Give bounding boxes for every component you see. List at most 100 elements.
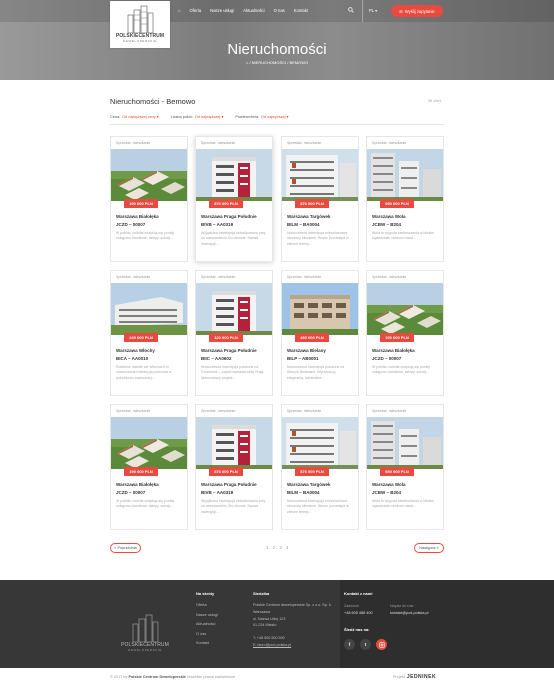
property-location[interactable]: Warszawa Praga Południe <box>201 482 257 487</box>
property-code: JCBW – B204 <box>372 490 402 495</box>
property-location[interactable]: Warszawa Wola <box>372 482 406 487</box>
office-heading: Siedziba <box>253 591 270 596</box>
footer-link-uslugi[interactable]: Nasze usługi <box>196 611 218 621</box>
contact-heading: Kontakt z nami <box>344 591 373 596</box>
property-code: BICA – AA0010 <box>116 356 149 361</box>
breadcrumb: ⌂ / NIERUCHOMOŚCI / BEMOWO <box>0 60 554 65</box>
property-card[interactable]: Sprzedaż, mieszkanie 876 000 PLN Warszawa … <box>195 136 273 262</box>
property-card[interactable]: Sprzedaż, mieszkanie 876 000 PLN Warszawa … <box>195 404 273 530</box>
filter-value: Od najwyższej <box>261 115 286 119</box>
breadcrumb-path[interactable]: / NIERUCHOMOŚCI / BEMOWO <box>249 60 308 65</box>
price-badge: 650 000 PLN <box>380 467 414 476</box>
search-icon[interactable] <box>348 7 354 13</box>
nav-item-kontakt[interactable]: Kontakt <box>294 8 308 13</box>
property-photo[interactable] <box>282 149 358 201</box>
property-location[interactable]: Warszawa Praga Południe <box>201 214 257 219</box>
property-photo[interactable] <box>196 417 272 469</box>
property-card[interactable]: Sprzedaż, mieszkanie 876 000 PLN Warszawa … <box>281 136 359 262</box>
property-location[interactable]: Warszawa Praga Południe <box>201 348 257 353</box>
instagram-icon[interactable] <box>376 639 387 650</box>
property-card[interactable]: Sprzedaż, mieszkanie 120 000 PLN Warszawa … <box>195 270 273 396</box>
nav-item-aktualnosci[interactable]: Aktualności <box>243 8 264 13</box>
property-category: Sprzedaż, mieszkanie <box>287 409 322 413</box>
filter-rooms[interactable]: Liczba pokoi: Od największej ▾ <box>171 114 224 119</box>
language-selector[interactable]: PL ▾ <box>369 8 377 13</box>
results-count: 36 ofert <box>428 99 441 103</box>
property-card[interactable]: Sprzedaż, mieszkanie 650 000 PLN Warszawa … <box>366 136 444 262</box>
property-location[interactable]: Warszawa Bielany <box>287 348 326 353</box>
property-card[interactable]: Sprzedaż, mieszkanie 450 000 PLN Warszawa … <box>281 270 359 396</box>
home-icon[interactable]: ⌂ <box>246 60 248 65</box>
property-card[interactable]: Sprzedaż, mieszkanie 876 000 PLN Warszawa … <box>281 404 359 530</box>
copyright-prefix: © 2017 by <box>110 675 128 679</box>
office-email[interactable]: E: biuro@pcd-polska.pl <box>253 642 335 649</box>
property-description: W pobliżu osiedla znajdują się punkty us… <box>372 365 431 375</box>
property-category: Sprzedaż, mieszkanie <box>287 275 322 279</box>
property-card[interactable]: Sprzedaż, mieszkanie 190 000 PLN Warszawa … <box>110 404 188 530</box>
filter-value: Od największej <box>194 115 221 119</box>
send-inquiry-button[interactable]: ✉ Wyślij zapytanie <box>391 5 443 17</box>
footer-logo[interactable]: POLSKIECENTRUM DEWELOPERSKIE <box>115 597 175 652</box>
property-photo[interactable] <box>367 417 443 469</box>
property-photo[interactable] <box>367 149 443 201</box>
footer-link-oferta[interactable]: Oferta <box>196 601 218 611</box>
property-photo[interactable] <box>196 283 272 335</box>
property-location[interactable]: Warszawa Wola <box>372 214 406 219</box>
property-photo[interactable] <box>196 149 272 201</box>
nav-item-oferta[interactable]: Oferta <box>190 8 202 13</box>
property-photo[interactable] <box>111 417 187 469</box>
price-badge: 650 000 PLN <box>380 199 414 208</box>
footer-link-o-nas[interactable]: O nas <box>196 630 218 640</box>
send-inquiry-label: Wyślij zapytanie <box>404 8 435 14</box>
property-photo[interactable] <box>111 149 187 201</box>
nav-item-o-nas[interactable]: O nas <box>274 8 285 13</box>
copyright-suffix: Wszelkie prawa zastrzeżone <box>187 675 236 679</box>
property-card[interactable]: Sprzedaż, mieszkanie 190 000 PLN Warszawa … <box>366 270 444 396</box>
chevron-down-icon: ▾ <box>156 115 159 119</box>
property-card[interactable]: Sprzedaż, mieszkanie 650 000 PLN Warszawa … <box>366 404 444 530</box>
designer-credit[interactable]: Projekt JEDNINEK <box>393 674 436 680</box>
property-location[interactable]: Warszawa Białołęka <box>372 348 415 353</box>
mail-value[interactable]: kontakt@pcd-polska.pl <box>390 611 428 615</box>
filter-price[interactable]: Cena: Od najwyższej ceny ▾ <box>110 114 159 119</box>
chevron-down-icon: ▾ <box>375 8 378 13</box>
social-heading: Śledź nas na: <box>344 627 370 632</box>
language-label: PL <box>369 8 374 13</box>
property-photo[interactable] <box>367 283 443 335</box>
property-photo[interactable] <box>111 283 187 335</box>
property-location[interactable]: Warszawa Białołęka <box>116 214 159 219</box>
footer-link-aktualnosci[interactable]: Aktualności <box>196 620 218 630</box>
property-location[interactable]: Warszawa Białołęka <box>116 482 159 487</box>
twitter-icon[interactable]: t <box>360 639 371 650</box>
office-address: Polskie Centrum deweloperskie Sp. z o.o.… <box>253 602 335 649</box>
footer-link-kontakt[interactable]: Kontakt <box>196 639 218 649</box>
property-description: W pobliżu osiedla znajdują się punkty us… <box>116 231 175 241</box>
property-photo[interactable] <box>282 417 358 469</box>
office-phone[interactable]: T: +48 500 500 500 <box>253 635 335 642</box>
property-category: Sprzedaż, mieszkanie <box>116 275 151 279</box>
property-location[interactable]: Warszawa Targówek <box>287 482 331 487</box>
property-location[interactable]: Warszawa Włochy <box>116 348 155 353</box>
price-badge: 190 000 PLN <box>380 333 414 342</box>
property-category: Sprzedaż, mieszkanie <box>201 141 236 145</box>
filter-area[interactable]: Powierzchnia: Od najwyższej ▾ <box>235 114 288 119</box>
next-page-button[interactable]: Następna » <box>414 543 444 553</box>
facebook-icon[interactable]: f <box>344 639 355 650</box>
home-icon[interactable]: ⌂ <box>178 8 181 13</box>
property-category: Sprzedaż, mieszkanie <box>372 409 407 413</box>
property-category: Sprzedaż, mieszkanie <box>372 275 407 279</box>
property-location[interactable]: Warszawa Targówek <box>287 214 331 219</box>
price-badge: 876 000 PLN <box>295 199 329 208</box>
previous-page-button[interactable]: « Poprzednia <box>110 543 141 553</box>
property-photo[interactable] <box>282 283 358 335</box>
property-description: Nowoczesna inwestycja mieszkaniowa otocz… <box>287 231 349 246</box>
price-badge: 876 000 PLN <box>209 199 243 208</box>
property-category: Sprzedaż, mieszkanie <box>116 141 151 145</box>
call-value[interactable]: +48 605 488 400 <box>344 611 373 615</box>
office-street: ul. Nazwa Ulicy 123 <box>253 616 286 621</box>
property-card[interactable]: Sprzedaż, mieszkanie 249 000 PLN Warszawa … <box>110 270 188 396</box>
nav-item-uslugi[interactable]: Nasze usługi <box>210 8 234 13</box>
property-card[interactable]: Sprzedaż, mieszkanie 190 000 PLN Warszawa … <box>110 136 188 262</box>
office-name: Polskie Centrum deweloperskie Sp. z o.o.… <box>253 603 332 614</box>
page-numbers[interactable]: 1 2 3 4 <box>266 545 290 550</box>
